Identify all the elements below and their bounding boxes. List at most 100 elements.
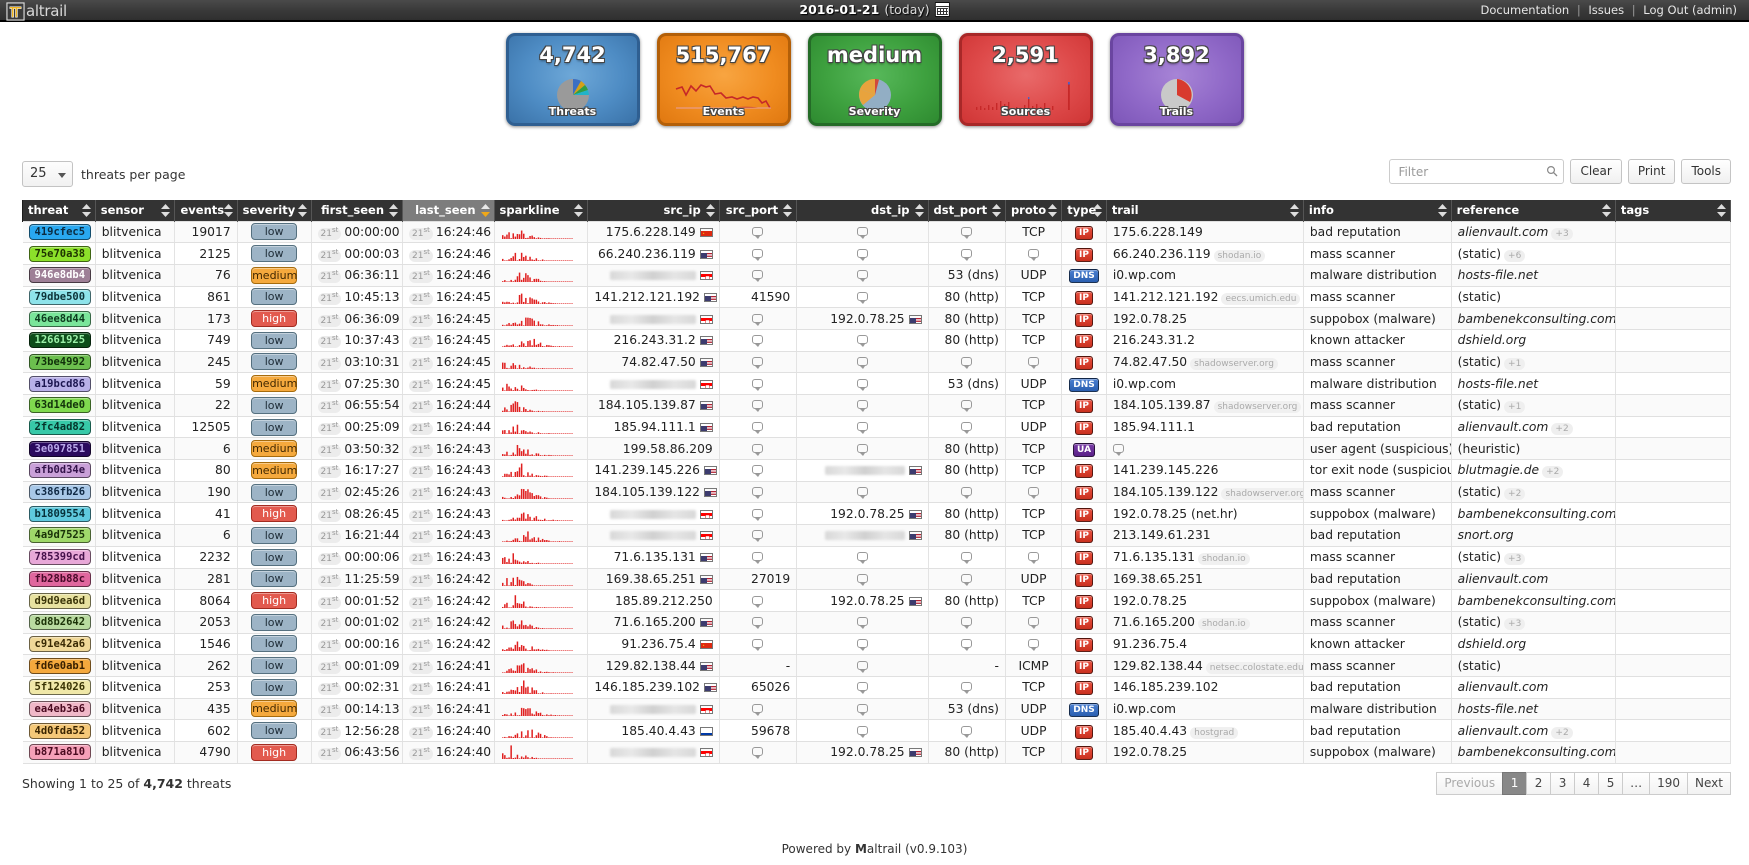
pagination-page-190[interactable]: 190 [1649,771,1689,795]
date-display[interactable]: 2016-01-21 (today) [799,2,950,17]
cell-threat[interactable]: 73be4992 [22,350,96,374]
comment-bubble-icon[interactable] [961,356,973,369]
cell-threat[interactable]: 785399cd [22,545,96,569]
table-row[interactable]: afb0d34e blitvenica 80 medium 21st 16:17:27 21… [22,459,1732,482]
comment-bubble-icon[interactable] [856,291,868,304]
pagination-page-5[interactable]: 5 [1598,771,1624,795]
comment-bubble-icon[interactable] [961,638,973,651]
comment-bubble-icon[interactable] [1028,248,1040,261]
comment-bubble-icon[interactable] [856,703,868,716]
cell-threat[interactable]: 4d0fda52 [22,719,96,742]
comment-bubble-icon[interactable] [856,552,868,565]
table-row[interactable]: 419cfec5 blitvenica 19017 low 21st 00:00:00 21… [22,220,1732,244]
comment-bubble-icon[interactable] [752,313,764,326]
cell-threat[interactable]: b1809554 [22,502,96,526]
column-header-last_seen[interactable]: last_seen [402,200,495,221]
nav-logout[interactable]: Log Out (admin) [1639,3,1741,17]
cell-threat[interactable]: 75e70a38 [22,242,96,265]
cell-threat[interactable]: 63d14de0 [22,394,96,417]
card-severity[interactable]: medium Severity [807,33,942,126]
card-events[interactable]: 515,767 Events [656,33,791,126]
column-header-trail[interactable]: trail [1105,200,1304,221]
table-row[interactable]: c386fb26 blitvenica 190 low 21st 02:45:26 21st… [22,480,1732,504]
table-row[interactable]: 3e097851 blitvenica 6 medium 21st 03:50:32 21s… [22,437,1732,461]
card-sources[interactable]: 2,591 Sources [958,33,1093,126]
column-header-src_port[interactable]: src_port [718,200,798,221]
cell-threat[interactable]: d9d9ea6d [22,589,96,612]
table-row[interactable]: c91e42a6 blitvenica 1546 low 21st 00:00:16 21s… [22,632,1732,656]
comment-bubble-icon[interactable] [752,747,764,760]
cell-threat[interactable]: 3e097851 [22,437,96,461]
table-row[interactable]: 73be4992 blitvenica 245 low 21st 03:10:31 21st… [22,350,1732,374]
table-row[interactable]: d9d9ea6d blitvenica 8064 high 21st 00:01:52 21… [22,589,1732,612]
nav-issues[interactable]: Issues [1584,3,1628,17]
comment-bubble-icon[interactable] [1028,356,1040,369]
comment-bubble-icon[interactable] [1028,552,1040,565]
column-header-type[interactable]: type [1061,200,1107,221]
comment-bubble-icon[interactable] [752,422,764,435]
nav-documentation[interactable]: Documentation [1477,3,1574,17]
table-row[interactable]: 2fc4ad82 blitvenica 12505 low 21st 00:25:09 21… [22,415,1732,439]
tools-button[interactable]: Tools [1681,159,1731,184]
comment-bubble-icon[interactable] [961,573,973,586]
comment-bubble-icon[interactable] [752,400,764,413]
comment-bubble-icon[interactable] [961,400,973,413]
print-button[interactable]: Print [1627,159,1676,184]
table-row[interactable]: b871a810 blitvenica 4790 high 21st 06:43:56 21… [22,741,1732,764]
calendar-icon[interactable] [934,2,950,17]
column-header-proto[interactable]: proto [1004,200,1063,221]
comment-bubble-icon[interactable] [856,226,868,239]
comment-bubble-icon[interactable] [856,725,868,738]
cell-threat[interactable]: 4a9d7525 [22,524,96,547]
column-header-severity[interactable]: severity [236,200,312,221]
comment-bubble-icon[interactable] [752,487,764,500]
cell-threat[interactable]: 46ee8d44 [22,307,96,330]
table-row[interactable]: fb28b88c blitvenica 281 low 21st 11:25:59 21st… [22,567,1732,591]
cell-threat[interactable]: fd6e0ab1 [22,654,96,677]
table-row[interactable]: 946e8db4 blitvenica 76 medium 21st 06:36:11 21… [22,263,1732,287]
column-header-events[interactable]: events [174,200,238,221]
comment-bubble-icon[interactable] [1028,617,1040,630]
cell-threat[interactable]: ea4eb3a6 [22,697,96,721]
comment-bubble-icon[interactable] [856,638,868,651]
table-row[interactable]: 12661925 blitvenica 749 low 21st 10:37:43 21st… [22,328,1732,352]
table-row[interactable]: 5f124026 blitvenica 253 low 21st 00:02:31 21st… [22,675,1732,699]
comment-bubble-icon[interactable] [961,422,973,435]
comment-bubble-icon[interactable] [752,638,764,651]
column-header-reference[interactable]: reference [1450,200,1616,221]
cell-threat[interactable]: a19bcd86 [22,372,96,395]
comment-bubble-icon[interactable] [1028,638,1040,651]
column-header-src_ip[interactable]: src_ip [587,200,720,221]
column-header-sparkline[interactable]: sparkline [493,200,589,221]
clear-button[interactable]: Clear [1570,159,1622,184]
comment-bubble-icon[interactable] [856,422,868,435]
pagination-page-1[interactable]: 1 [1502,771,1528,795]
comment-bubble-icon[interactable] [752,270,764,283]
pagination-previous[interactable]: Previous [1436,771,1504,795]
cell-threat[interactable]: afb0d34e [22,459,96,482]
table-row[interactable]: a19bcd86 blitvenica 59 medium 21st 07:25:30 21… [22,372,1732,395]
cell-threat[interactable]: fb28b88c [22,567,96,591]
table-row[interactable]: 4d0fda52 blitvenica 602 low 21st 12:56:28 21st… [22,719,1732,742]
column-header-threat[interactable]: threat [22,200,96,221]
comment-bubble-icon[interactable] [752,617,764,630]
table-row[interactable]: 75e70a38 blitvenica 2125 low 21st 00:00:03 21s… [22,242,1732,265]
pagination-page-3[interactable]: 3 [1550,771,1576,795]
comment-bubble-icon[interactable] [961,682,973,695]
filter-input[interactable] [1389,159,1565,184]
table-row[interactable]: 4a9d7525 blitvenica 6 low 21st 16:21:44 21st 16… [22,524,1732,547]
comment-bubble-icon[interactable] [1112,443,1124,456]
cell-threat[interactable]: 2fc4ad82 [22,415,96,439]
comment-bubble-icon[interactable] [961,617,973,630]
cell-threat[interactable]: 5f124026 [22,675,96,699]
pagination-page-4[interactable]: 4 [1574,771,1600,795]
comment-bubble-icon[interactable] [752,378,764,391]
comment-bubble-icon[interactable] [752,508,764,521]
comment-bubble-icon[interactable] [961,552,973,565]
column-header-dst_ip[interactable]: dst_ip [796,200,929,221]
pagination-page-…[interactable]: … [1622,771,1651,795]
comment-bubble-icon[interactable] [856,443,868,456]
cell-threat[interactable]: b871a810 [22,741,96,764]
comment-bubble-icon[interactable] [752,248,764,261]
table-row[interactable]: ea4eb3a6 blitvenica 435 medium 21st 00:14:13 2… [22,697,1732,721]
